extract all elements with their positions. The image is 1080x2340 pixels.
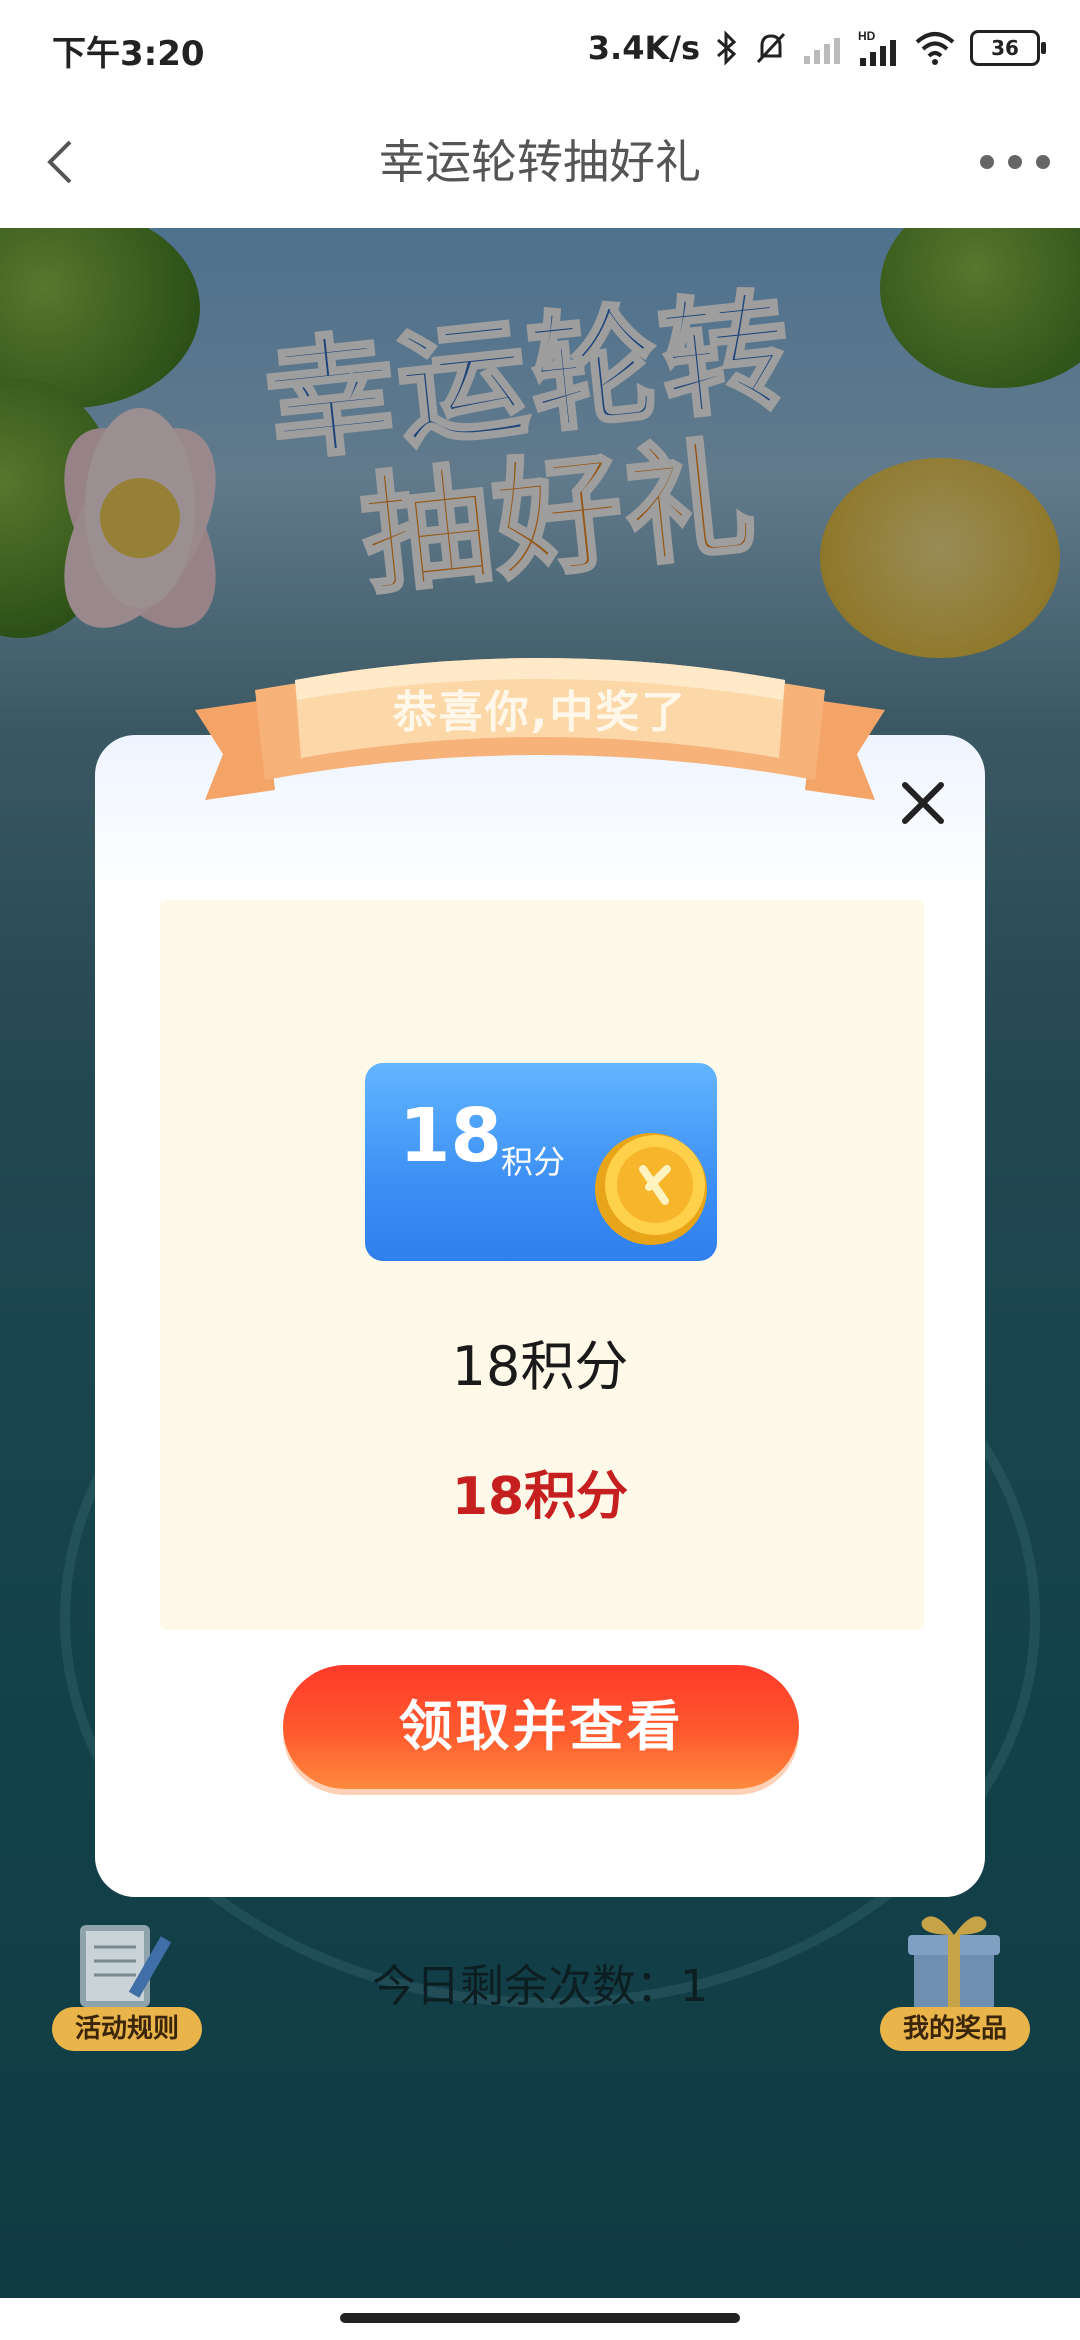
prize-name: 18积分 [451,1335,629,1398]
gift-box-icon [908,1916,1000,2011]
status-bar: 下午3:20 3.4K/s HD 36 [0,0,1080,96]
points-prize-card: 18 积分 [365,1063,717,1261]
more-options-icon[interactable] [980,142,1050,182]
nav-bar: 幸运轮转抽好礼 [0,96,1080,228]
bottom-bar [0,2298,1080,2340]
battery-icon: 36 [970,30,1046,66]
svg-text:HD: HD [858,29,876,43]
gold-coin-icon [595,1133,707,1245]
status-icons: 3.4K/s HD 36 [587,22,1046,74]
signal-hd-icon: HD [858,29,896,66]
status-time: 下午3:20 [52,34,205,74]
my-prizes-label: 我的奖品 [880,2007,1030,2051]
signal-weak-icon [804,38,840,64]
close-icon[interactable] [895,775,951,831]
congrats-ribbon-text: 恭喜你,中奖了 [392,687,688,738]
bluetooth-icon [717,30,737,66]
my-prizes-button[interactable]: 我的奖品 [880,1905,1030,2055]
claim-and-view-button[interactable]: 领取并查看 [283,1665,799,1789]
prize-card-amount: 18 [399,1093,502,1179]
page-title: 幸运轮转抽好礼 [379,135,701,189]
prize-value: 18积分 [451,1467,629,1527]
home-indicator[interactable] [340,2313,740,2323]
mute-bell-icon [756,32,786,64]
network-speed: 3.4K/s [587,29,700,67]
prize-card-unit: 积分 [501,1143,566,1181]
wifi-icon [915,32,955,65]
